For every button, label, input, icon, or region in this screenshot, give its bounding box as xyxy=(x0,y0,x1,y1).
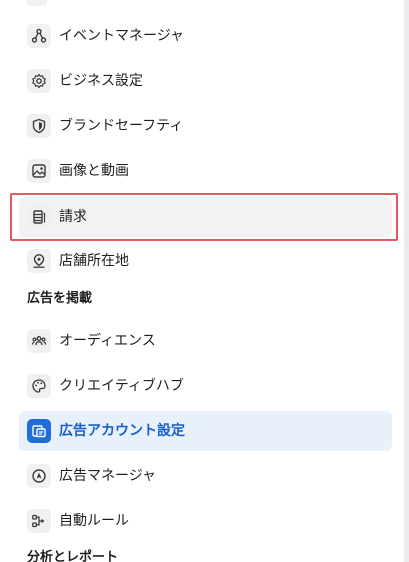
people-icon xyxy=(27,329,51,353)
sidebar-item-brand-safety[interactable]: ブランドセーフティ xyxy=(19,106,392,146)
sidebar-item-label: ビジネス設定 xyxy=(59,73,143,89)
sidebar-item-label: イベントマネージャ xyxy=(59,28,185,44)
sidebar-item-store-locations[interactable]: 店舗所在地 xyxy=(19,241,392,281)
section-title-advertise: 広告を掲載 xyxy=(27,291,93,306)
sidebar-item-label: オーディエンス xyxy=(59,333,156,349)
image-icon xyxy=(27,159,51,183)
share-nodes-icon xyxy=(27,24,51,48)
ad-account-icon xyxy=(27,419,51,443)
sidebar-item-label: 広告アカウント設定 xyxy=(59,423,185,439)
section-title-analytics: 分析とレポート xyxy=(27,550,119,562)
sidebar-item-ad-account-settings[interactable]: 広告アカウント設定 xyxy=(19,411,392,451)
sidebar-item-label: 自動ルール xyxy=(59,513,129,529)
location-pin-icon xyxy=(27,249,51,273)
scrolled-item-edge xyxy=(27,0,47,6)
shield-icon xyxy=(27,114,51,138)
palette-icon xyxy=(27,374,51,398)
sidebar-item-creative-hub[interactable]: クリエイティブハブ xyxy=(19,366,392,406)
sidebar-item-business-settings[interactable]: ビジネス設定 xyxy=(19,61,392,101)
sidebar-item-billing[interactable]: 請求 xyxy=(19,197,392,237)
sidebar-item-audiences[interactable]: オーディエンス xyxy=(19,321,392,361)
sidebar-item-label: 画像と動画 xyxy=(59,163,129,179)
sidebar-item-automated-rules[interactable]: 自動ルール xyxy=(19,501,392,541)
flow-rules-icon xyxy=(27,509,51,533)
settings-sidebar: イベントマネージャ ビジネス設定 ブランドセーフティ 画像と動画 請求 店舗所在… xyxy=(0,0,404,562)
gear-icon xyxy=(27,69,51,93)
sidebar-item-label: 請求 xyxy=(59,209,87,225)
sidebar-item-ads-manager[interactable]: 広告マネージャ xyxy=(19,456,392,496)
billing-stack-icon xyxy=(27,205,51,229)
compass-icon xyxy=(27,464,51,488)
sidebar-item-label: クリエイティブハブ xyxy=(59,378,184,394)
sidebar-item-label: ブランドセーフティ xyxy=(59,118,184,134)
sidebar-item-label: 店舗所在地 xyxy=(59,253,129,269)
sidebar-item-event-manager[interactable]: イベントマネージャ xyxy=(19,16,392,56)
sidebar-item-label: 広告マネージャ xyxy=(59,468,157,484)
sidebar-item-images-videos[interactable]: 画像と動画 xyxy=(19,151,392,191)
window-edge xyxy=(404,0,409,562)
